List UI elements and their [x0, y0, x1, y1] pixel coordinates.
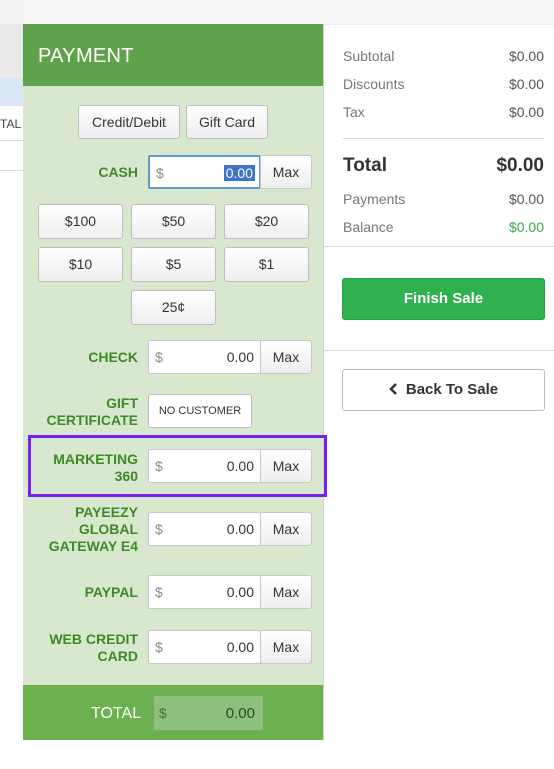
background-selected-row — [0, 78, 23, 106]
balance-row: Balance $0.00 — [343, 219, 544, 235]
no-customer-button[interactable]: NO CUSTOMER — [148, 394, 252, 428]
credit-debit-button[interactable]: Credit/Debit — [78, 105, 180, 139]
quick-amount-50-button[interactable]: $50 — [131, 204, 216, 239]
payeezy-label-line2: GLOBAL — [78, 521, 138, 537]
discounts-row: Discounts $0.00 — [343, 76, 544, 92]
check-max-button[interactable]: Max — [260, 340, 312, 374]
background-divider — [0, 140, 23, 141]
currency-symbol: $ — [155, 584, 163, 600]
payment-total-value: 0.00 — [225, 705, 255, 722]
summary-divider — [343, 138, 544, 139]
quick-amount-25c-button[interactable]: 25¢ — [131, 290, 216, 325]
gift-certificate-label-line1: GIFT — [106, 395, 138, 411]
chevron-left-icon — [389, 383, 397, 395]
background-row — [0, 24, 23, 78]
cash-input[interactable]: $ 0.00 — [148, 155, 261, 189]
gift-certificate-label: GIFT CERTIFICATE — [23, 395, 138, 429]
web-credit-card-value: 0.00 — [226, 639, 254, 655]
payeezy-label-line1: PAYEEZY — [74, 504, 138, 520]
quick-amount-10-button[interactable]: $10 — [38, 247, 123, 282]
tax-label: Tax — [343, 104, 365, 120]
quick-amount-20-button[interactable]: $20 — [224, 204, 309, 239]
total-label: Total — [343, 155, 387, 176]
marketing-360-highlight — [28, 435, 327, 497]
web-credit-card-input[interactable]: $ 0.00 — [148, 630, 261, 664]
payment-total-label: TOTAL — [91, 705, 142, 722]
web-credit-card-label: WEB CREDIT CARD — [23, 631, 138, 665]
quick-amount-100-button[interactable]: $100 — [38, 204, 123, 239]
background-text: TAL — [0, 117, 22, 131]
subtotal-label: Subtotal — [343, 48, 395, 64]
quick-amount-5-button[interactable]: $5 — [131, 247, 216, 282]
currency-symbol: $ — [155, 521, 163, 537]
currency-symbol: $ — [155, 639, 163, 655]
discounts-label: Discounts — [343, 76, 405, 92]
check-value: 0.00 — [226, 349, 254, 365]
paypal-value: 0.00 — [226, 584, 254, 600]
check-label: CHECK — [88, 349, 138, 365]
balance-value: $0.00 — [508, 219, 544, 235]
web-credit-card-label-line2: CARD — [97, 648, 138, 664]
web-credit-card-label-line1: WEB CREDIT — [49, 631, 138, 647]
check-input[interactable]: $ 0.00 — [148, 340, 261, 374]
top-bar — [23, 0, 554, 25]
payments-value: $0.00 — [508, 191, 544, 207]
summary-divider — [324, 246, 554, 247]
gift-card-button[interactable]: Gift Card — [186, 105, 268, 139]
back-to-sale-button[interactable]: Back To Sale — [342, 369, 545, 411]
payment-panel: PAYMENT Credit/Debit Gift Card CASH $ 0.… — [23, 24, 324, 740]
web-credit-card-max-button[interactable]: Max — [260, 630, 312, 664]
summary-divider — [324, 350, 554, 351]
payment-total-row: TOTAL $ 0.00 — [23, 685, 323, 740]
back-to-sale-label: Back To Sale — [405, 381, 499, 398]
payeezy-max-button[interactable]: Max — [260, 512, 312, 546]
currency-symbol: $ — [155, 349, 163, 365]
payment-title: PAYMENT — [23, 24, 323, 86]
total-row: Total $0.00 — [343, 155, 544, 177]
background-header — [0, 0, 23, 24]
tax-row: Tax $0.00 — [343, 104, 544, 120]
payeezy-label: PAYEEZY GLOBAL GATEWAY E4 — [23, 504, 138, 555]
background-divider — [0, 170, 23, 171]
payments-row: Payments $0.00 — [343, 191, 544, 207]
paypal-max-button[interactable]: Max — [260, 575, 312, 609]
sale-summary-panel: Subtotal $0.00 Discounts $0.00 Tax $0.00… — [324, 24, 554, 769]
discounts-value: $0.00 — [508, 76, 544, 92]
payeezy-value: 0.00 — [226, 521, 254, 537]
payeezy-input[interactable]: $ 0.00 — [148, 512, 261, 546]
cash-label: CASH — [98, 164, 138, 180]
subtotal-row: Subtotal $0.00 — [343, 48, 544, 64]
quick-amount-1-button[interactable]: $1 — [224, 247, 309, 282]
payment-total-field: $ 0.00 — [153, 695, 264, 731]
payments-label: Payments — [343, 191, 406, 207]
payeezy-label-line3: GATEWAY E4 — [48, 538, 138, 554]
background-page-sliver: TAL — [0, 0, 23, 769]
cash-value: 0.00 — [223, 165, 255, 181]
subtotal-value: $0.00 — [508, 48, 544, 64]
finish-sale-button[interactable]: Finish Sale — [342, 278, 545, 320]
cash-max-button[interactable]: Max — [260, 155, 312, 189]
total-value: $0.00 — [496, 155, 544, 176]
balance-label: Balance — [343, 219, 394, 235]
currency-symbol: $ — [156, 165, 164, 181]
gift-certificate-label-line2: CERTIFICATE — [46, 412, 138, 428]
currency-symbol: $ — [159, 705, 167, 721]
paypal-input[interactable]: $ 0.00 — [148, 575, 261, 609]
tax-value: $0.00 — [508, 104, 544, 120]
paypal-label: PAYPAL — [84, 584, 138, 600]
